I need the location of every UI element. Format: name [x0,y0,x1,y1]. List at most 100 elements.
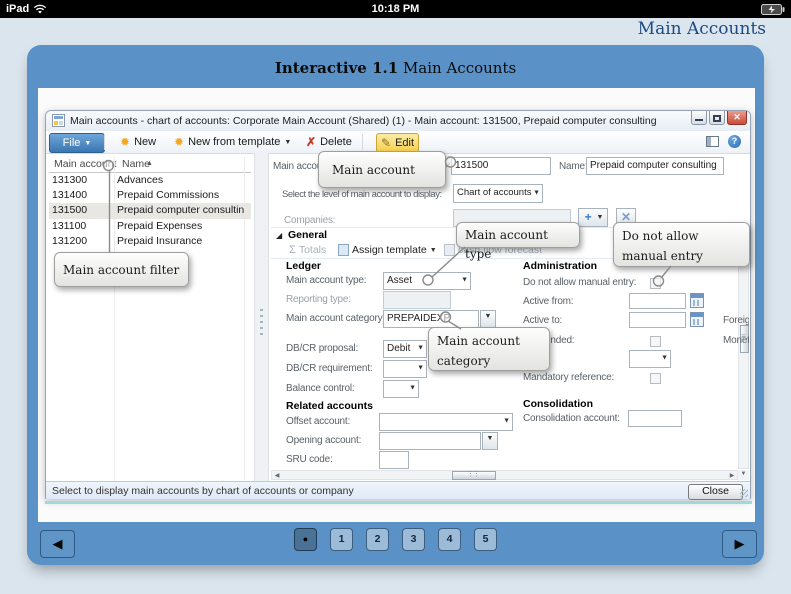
help-icon[interactable]: ? [728,135,741,148]
main-account-grid: Main account Name ▲ 131300Advances131400… [49,157,251,481]
table-row[interactable]: 131300Advances [49,173,251,188]
nav-pages: ● 12345 [0,528,791,551]
callout-main-account-type: Main account type [456,222,580,248]
nav-page-3[interactable]: 3 [402,528,425,551]
cell-main-account: 131500 [49,203,114,218]
scroll-left-icon[interactable]: ◀ [273,472,281,479]
sru-code-field[interactable] [379,451,409,469]
delete-label: Delete [320,136,352,148]
column-header-main-account[interactable]: Main account [54,158,116,170]
nav-page-2[interactable]: 2 [366,528,389,551]
balance-control-select[interactable]: ▼ [383,380,419,398]
monetary-clipped-label: Monet: [723,335,749,346]
cell-name: Prepaid Expenses [114,219,244,234]
admin-unlabeled-select[interactable]: ▼ [629,350,671,368]
ipad-status-bar: iPad 10:18 PM [0,0,791,18]
administration-group-header: Administration [523,260,597,272]
balance-control-label: Balance control: [286,383,355,394]
battery-icon [761,4,785,15]
main-account-field[interactable]: 131500 [451,157,551,175]
edit-button[interactable]: ✎ Edit [376,133,419,153]
assign-template-button[interactable]: Assign template ▼ [338,244,437,256]
table-row[interactable]: 131200Prepaid Insurance [49,234,251,249]
dbcr-proposal-value: Debit [387,343,410,354]
main-account-category-label: Main account category: [286,313,385,324]
manual-entry-label: Do not allow manual entry: [523,277,636,288]
totals-label: Totals [299,244,326,256]
new-from-template-button[interactable]: ✹ New from template ▼ [170,133,295,151]
chevron-down-icon: ▼ [503,415,510,429]
chevron-down-icon: ▼ [597,214,604,221]
main-account-type-value: Asset [387,275,412,286]
close-window-button[interactable]: ✕ [727,111,747,125]
collapse-triangle-icon[interactable]: ◢ [276,231,282,240]
suspended-checkbox[interactable] [650,336,661,347]
delete-button[interactable]: ✗ Delete [302,133,356,151]
nav-page-1[interactable]: 1 [330,528,353,551]
manual-entry-checkbox[interactable] [650,278,661,289]
consolidation-account-field[interactable] [628,410,682,427]
minimize-button[interactable] [691,111,707,125]
cell-main-account: 131300 [49,173,114,188]
file-menu-button[interactable]: File ▼ [49,133,105,153]
chevron-down-icon: ▼ [430,247,437,254]
main-account-category-drop-button[interactable]: ▼ [480,310,496,328]
opening-account-drop-button[interactable]: ▼ [482,432,498,450]
horizontal-scrollbar[interactable]: ◀ ▶ [271,470,738,480]
add-company-button[interactable]: + ▼ [578,208,608,227]
general-section-header[interactable]: General [288,229,327,241]
dbcr-proposal-select[interactable]: Debit ▼ [383,340,427,358]
delete-x-icon: ✗ [306,135,316,149]
template-doc-icon [338,244,349,256]
offset-account-select[interactable]: ▼ [379,413,513,431]
table-row[interactable]: 131100Prepaid Expenses [49,219,251,234]
main-account-type-select[interactable]: Asset ▼ [383,272,471,290]
table-row[interactable]: 131500Prepaid computer consulting [49,203,251,218]
page-title: Main Accounts [638,19,766,39]
cell-name: Prepaid Insurance [114,234,244,249]
active-from-field[interactable] [629,293,686,309]
forecast-doc-icon [444,244,455,256]
horizontal-scroll-thumb[interactable] [452,471,496,480]
chevron-down-icon: ▼ [417,362,424,376]
cell-name: Prepaid computer consulting [114,203,244,218]
maximize-button[interactable] [709,111,725,125]
new-star-icon: ✹ [120,136,130,148]
level-select[interactable]: Chart of accounts ▼ [453,184,543,203]
consolidation-account-label: Consolidation account: [523,413,620,424]
cell-main-account: 131200 [49,234,114,249]
scroll-down-icon[interactable]: ▼ [738,471,749,477]
file-label: File [63,137,81,149]
mandatory-reference-label: Mandatory reference: [523,372,614,383]
new-button[interactable]: ✹ New [116,133,160,151]
resize-grip-icon[interactable] [740,489,748,497]
maximize-icon [713,115,721,122]
mandatory-reference-checkbox[interactable] [650,373,661,384]
opening-account-field[interactable] [379,432,481,450]
close-button[interactable]: Close [688,484,743,500]
active-to-label: Active to: [523,315,562,326]
window-title-bar[interactable]: Main accounts - chart of accounts: Corpo… [46,111,750,132]
grid-header[interactable]: Main account Name ▲ [49,157,251,173]
cell-name: Advances [114,173,244,188]
sort-ascending-icon: ▲ [146,160,153,167]
dbcr-requirement-select[interactable]: ▼ [383,360,427,378]
name-field[interactable]: Prepaid computer consulting [586,157,724,175]
main-account-category-field[interactable]: PREPAIDEXP [383,310,479,328]
nav-page-4[interactable]: 4 [438,528,461,551]
layout-pane-icon[interactable] [706,136,719,147]
chevron-down-icon: ▼ [409,382,416,396]
nav-page-5[interactable]: 5 [474,528,497,551]
toolbar-separator [362,134,363,150]
panel-splitter[interactable] [254,153,269,481]
companies-label: Companies: [284,215,335,226]
active-to-calendar-icon[interactable] [690,312,704,327]
cell-main-account: 131400 [49,188,114,203]
active-from-calendar-icon[interactable] [690,293,704,308]
chevron-down-icon: ▼ [461,274,468,288]
table-row[interactable]: 131400Prepaid Commissions [49,188,251,203]
nav-page-current[interactable]: ● [294,528,317,551]
active-to-field[interactable] [629,312,686,328]
minimize-icon [695,119,703,121]
scroll-right-icon[interactable]: ▶ [728,472,736,479]
